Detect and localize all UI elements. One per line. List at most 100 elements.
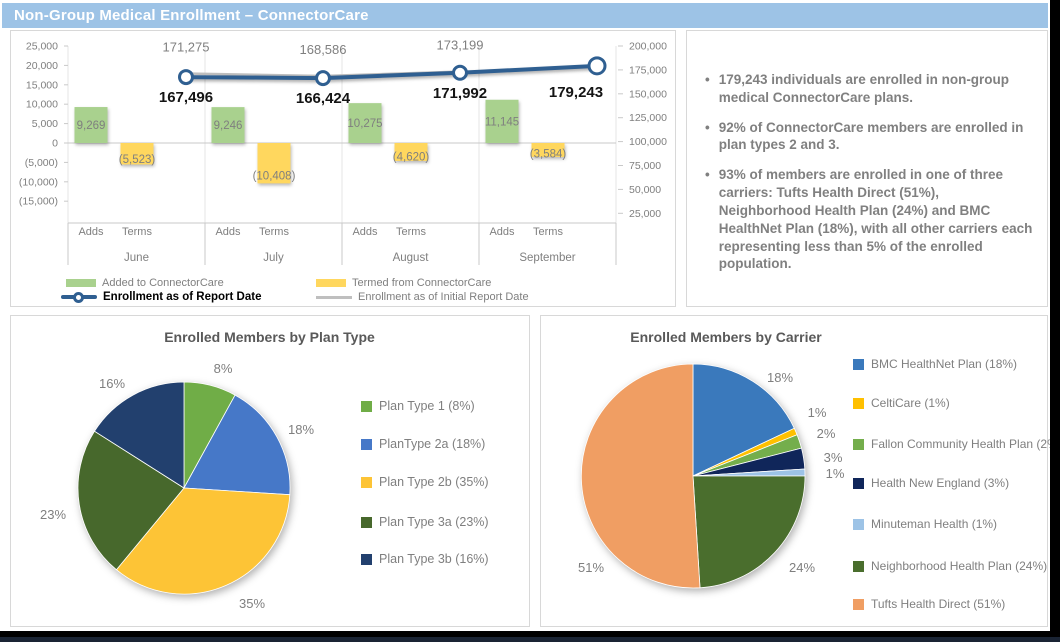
carrier-legend-item: Fallon Community Health Plan (2%) xyxy=(853,437,1060,451)
right-axis-tick: 125,000 xyxy=(629,112,667,124)
pie-percent-label: 24% xyxy=(789,560,815,575)
plan-legend-item: Plan Type 1 (8%) xyxy=(361,399,475,413)
enrollment-label: 179,243 xyxy=(549,84,603,101)
summary-bullet-list: • 179,243 individuals are enrolled in no… xyxy=(687,31,1047,273)
plan-type-chart-title: Enrolled Members by Plan Type xyxy=(11,329,528,345)
bullet-text: 93% of members are enrolled in one of th… xyxy=(719,166,1033,273)
initial-enrollment-label: 173,199 xyxy=(437,38,484,53)
left-axis-tick: 15,000 xyxy=(26,79,58,91)
pie-percent-label: 3% xyxy=(824,450,843,465)
month-label: July xyxy=(263,252,284,264)
carrier-legend-item: Minuteman Health (1%) xyxy=(853,517,997,531)
pie-slice xyxy=(693,448,805,476)
adds-bar xyxy=(212,107,245,143)
left-axis-tick: (10,000) xyxy=(19,176,58,188)
carrier-legend-item: Tufts Health Direct (51%) xyxy=(853,597,1005,611)
terms-bar xyxy=(395,143,428,161)
initial-enrollment-label: 171,275 xyxy=(163,39,210,54)
subcategory-label: Adds xyxy=(215,226,241,238)
summary-panel: • 179,243 individuals are enrolled in no… xyxy=(686,30,1048,307)
legend-added-label: Added to ConnectorCare xyxy=(102,277,224,289)
adds-bar-label: 9,246 xyxy=(214,120,243,132)
pie-slice xyxy=(693,428,797,476)
month-label: August xyxy=(393,252,430,264)
legend-label: Fallon Community Health Plan (2%) xyxy=(871,437,1060,451)
legend-enrollment-label: Enrollment as of Report Date xyxy=(103,291,261,303)
pie-percent-label: 18% xyxy=(288,422,314,437)
pie-slice xyxy=(184,395,290,495)
carrier-legend-item: CeltiCare (1%) xyxy=(853,396,950,410)
plan-legend-item: Plan Type 3a (23%) xyxy=(361,515,489,529)
carrier-legend-item: Health New England (3%) xyxy=(853,476,1009,490)
pie xyxy=(581,364,805,588)
subcategory-label: Adds xyxy=(78,226,104,238)
plan-type-pie-chart: 8%18%35%23%16% xyxy=(11,316,528,625)
pie-percent-label: 1% xyxy=(826,466,845,481)
right-axis-tick: 200,000 xyxy=(629,41,667,53)
bullet-icon: • xyxy=(705,71,710,107)
left-axis-tick: (5,000) xyxy=(25,157,58,169)
legend-swatch xyxy=(853,398,864,409)
legend-swatch xyxy=(361,401,372,412)
added-swatch xyxy=(66,279,96,287)
termed-swatch xyxy=(316,279,346,287)
legend-initial: Enrollment as of Initial Report Date xyxy=(316,291,529,303)
left-axis-tick: 20,000 xyxy=(26,60,58,72)
terms-bar-label: (10,408) xyxy=(253,170,296,182)
dashboard: Non-Group Medical Enrollment – Connector… xyxy=(0,0,1060,642)
legend-label: CeltiCare (1%) xyxy=(871,396,950,410)
legend-swatch xyxy=(361,477,372,488)
right-axis-tick: 175,000 xyxy=(629,64,667,76)
summary-bullet: • 179,243 individuals are enrolled in no… xyxy=(705,71,1033,107)
plan-legend-item: PlanType 2a (18%) xyxy=(361,437,485,451)
enrollment-marker xyxy=(589,58,605,74)
bullet-text: 92% of ConnectorCare members are enrolle… xyxy=(719,119,1033,155)
adds-bar xyxy=(349,103,382,143)
month-label: June xyxy=(124,252,149,264)
enrollment-combo-chart: 25,00020,00015,00010,0005,0000(5,000)(10… xyxy=(11,31,674,305)
pie-percent-label: 1% xyxy=(808,405,827,420)
pie-percent-label: 16% xyxy=(99,376,125,391)
plan-type-panel: Enrolled Members by Plan Type 8%18%35%23… xyxy=(10,315,530,627)
pie-percent-label: 23% xyxy=(40,507,66,522)
legend-initial-label: Enrollment as of Initial Report Date xyxy=(358,291,529,303)
right-axis-tick: 150,000 xyxy=(629,88,667,100)
legend-label: Plan Type 3b (16%) xyxy=(379,552,489,566)
legend-label: Minuteman Health (1%) xyxy=(871,517,997,531)
legend-termed-label: Termed from ConnectorCare xyxy=(352,277,491,289)
pie-percent-label: 51% xyxy=(578,560,604,575)
enrollment-marker xyxy=(317,72,330,85)
legend-swatch xyxy=(361,439,372,450)
carrier-legend-item: BMC HealthNet Plan (18%) xyxy=(853,357,1017,371)
summary-bullet: • 92% of ConnectorCare members are enrol… xyxy=(705,119,1033,155)
left-axis-tick: 0 xyxy=(52,138,58,150)
subcategory-label: Adds xyxy=(489,226,515,238)
legend-swatch xyxy=(853,359,864,370)
legend-swatch xyxy=(853,561,864,572)
pie-slice xyxy=(693,469,805,476)
slide-edge-right xyxy=(1050,0,1060,642)
adds-bar-label: 9,269 xyxy=(77,120,106,132)
terms-bar xyxy=(121,143,154,164)
adds-bar-label: 10,275 xyxy=(347,118,382,130)
subcategory-label: Terms xyxy=(533,226,563,238)
terms-bar xyxy=(532,143,565,157)
legend-label: BMC HealthNet Plan (18%) xyxy=(871,357,1017,371)
summary-bullet: • 93% of members are enrolled in one of … xyxy=(705,166,1033,273)
left-axis-tick: (15,000) xyxy=(19,196,58,208)
right-axis-tick: 100,000 xyxy=(629,136,667,148)
pie-slice xyxy=(693,364,794,476)
legend-swatch xyxy=(853,439,864,450)
legend-label: Plan Type 2b (35%) xyxy=(379,475,489,489)
page-title: Non-Group Medical Enrollment – Connector… xyxy=(2,3,1048,28)
adds-bar xyxy=(486,100,519,143)
bullet-icon: • xyxy=(705,166,710,273)
right-axis-tick: 75,000 xyxy=(629,160,661,172)
subcategory-label: Terms xyxy=(396,226,426,238)
slide-edge-bottom xyxy=(0,631,1060,642)
bullet-text: 179,243 individuals are enrolled in non-… xyxy=(719,71,1033,107)
legend-label: Neighborhood Health Plan (24%) xyxy=(871,559,1047,573)
initial-line-swatch xyxy=(316,296,352,299)
legend-swatch xyxy=(853,519,864,530)
right-axis-tick: 50,000 xyxy=(629,184,661,196)
